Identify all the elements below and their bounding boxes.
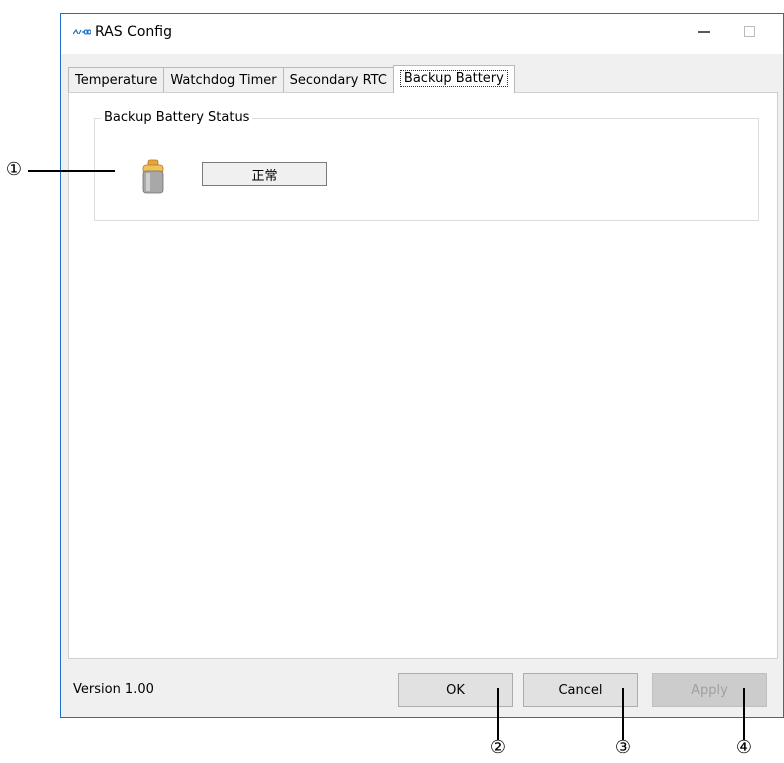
minimize-icon xyxy=(698,31,710,33)
callout-4-line xyxy=(743,688,745,740)
callout-2: ② xyxy=(489,737,507,758)
maximize-icon xyxy=(744,26,755,37)
tab-label: Watchdog Timer xyxy=(170,73,277,88)
maximize-button[interactable] xyxy=(727,14,773,50)
app-logo-icon xyxy=(73,29,91,35)
tab-temperature[interactable]: Temperature xyxy=(68,67,165,93)
battery-icon xyxy=(142,159,164,194)
callout-4: ④ xyxy=(735,737,753,758)
ok-button[interactable]: OK xyxy=(398,673,513,707)
tab-secondary-rtc[interactable]: Secondary RTC xyxy=(282,67,394,93)
tab-label: Backup Battery xyxy=(399,70,508,87)
window-title: RAS Config xyxy=(95,24,172,40)
tab-watchdog-timer[interactable]: Watchdog Timer xyxy=(163,67,284,93)
callout-1: ① xyxy=(5,159,23,180)
title-bar[interactable]: RAS Config xyxy=(61,14,783,54)
callout-2-line xyxy=(497,688,499,740)
close-button[interactable] xyxy=(773,14,784,50)
callout-3-line xyxy=(622,688,624,740)
tab-label: Secondary RTC xyxy=(289,73,387,88)
backup-battery-status-group: Backup Battery Status 正常 xyxy=(94,109,759,221)
apply-button[interactable]: Apply xyxy=(652,673,767,707)
battery-status-value: 正常 xyxy=(202,162,327,186)
ras-config-window: RAS Config Temperature Watchdog Timer Se… xyxy=(60,13,784,718)
minimize-button[interactable] xyxy=(681,14,727,50)
backup-battery-panel: Backup Battery Status 正常 xyxy=(68,92,778,659)
version-label: Version 1.00 xyxy=(73,682,154,697)
tab-label: Temperature xyxy=(75,73,158,88)
callout-1-line xyxy=(28,170,115,172)
callout-3: ③ xyxy=(614,737,632,758)
group-title: Backup Battery Status xyxy=(101,109,253,126)
cancel-button[interactable]: Cancel xyxy=(523,673,638,707)
tab-strip: Temperature Watchdog Timer Secondary RTC… xyxy=(68,64,515,93)
tab-backup-battery[interactable]: Backup Battery xyxy=(392,65,515,93)
